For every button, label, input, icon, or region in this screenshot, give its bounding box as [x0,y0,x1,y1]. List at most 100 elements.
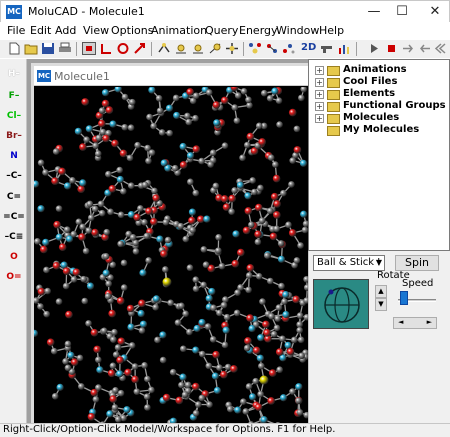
nitrogen-atom[interactable] [248,324,256,333]
nitrogen-atom[interactable] [198,318,206,327]
carbon-atom[interactable] [209,336,217,343]
carbon-atom[interactable] [70,276,78,283]
sulfur-atom[interactable] [259,375,269,385]
carbon-atom[interactable] [141,181,149,189]
carbon-atom[interactable] [98,209,106,217]
oxygen-atom[interactable] [119,149,128,158]
carbon-atom[interactable] [240,398,247,405]
oxygen-atom[interactable] [231,259,240,268]
oxygen-atom[interactable] [186,88,194,96]
oxygen-atom[interactable] [188,216,196,225]
gun-icon[interactable] [320,42,334,55]
oxygen-atom[interactable] [192,382,200,391]
carbon-atom[interactable] [152,304,159,311]
menu-add[interactable]: Add [55,24,76,37]
carbon-atom[interactable] [133,388,141,395]
carbon-atom[interactable] [255,272,263,280]
expand-icon[interactable]: + [315,66,324,75]
chart-icon[interactable] [337,42,351,55]
carbon-atom[interactable] [155,94,163,102]
menu-animation[interactable]: Animation [151,24,207,37]
bond-tool-icon[interactable] [157,42,171,55]
spin-up-icon[interactable]: ▲ [375,285,387,298]
carbon-atom[interactable] [222,296,229,303]
carbon-atom[interactable] [215,247,222,254]
oxygen-atom[interactable] [90,328,99,337]
molecule-view-icon[interactable] [248,42,262,55]
carbon-atom[interactable] [296,409,304,416]
palette-carbon-sp[interactable]: –C≡ [2,232,26,242]
nitrogen-atom[interactable] [106,410,114,418]
carbon-atom[interactable] [184,381,192,389]
oxygen-atom[interactable] [124,368,132,377]
oxygen-atom[interactable] [107,369,116,378]
nitrogen-atom[interactable] [86,282,95,290]
rotation-trackball[interactable] [313,279,369,329]
nitrogen-atom[interactable] [56,383,64,391]
carbon-atom[interactable] [231,187,238,194]
expand-icon[interactable]: + [315,102,324,111]
carbon-atom[interactable] [37,303,44,310]
nitrogen-atom[interactable] [79,179,87,187]
nitrogen-atom[interactable] [234,406,242,414]
carbon-atom[interactable] [127,124,135,131]
nitrogen-atom[interactable] [156,235,164,243]
carbon-atom[interactable] [117,389,125,397]
nitrogen-atom[interactable] [299,159,308,167]
atom-b-icon[interactable] [191,42,205,55]
2d-view-button[interactable]: 2D [301,42,317,55]
carbon-atom[interactable] [285,221,292,229]
oxygen-atom[interactable] [220,370,228,379]
carbon-atom[interactable] [102,253,110,260]
nitrogen-atom[interactable] [203,215,211,223]
carbon-atom[interactable] [114,416,122,423]
expand-icon[interactable]: + [315,90,324,99]
oxygen-atom[interactable] [269,232,278,241]
oxygen-atom[interactable] [273,200,281,208]
carbon-atom[interactable] [105,280,113,288]
oxygen-atom[interactable] [242,226,251,235]
stop-icon[interactable] [384,42,398,55]
oxygen-atom[interactable] [72,268,81,277]
oxygen-atom[interactable] [275,348,284,356]
carbon-atom[interactable] [144,375,151,383]
oxygen-atom[interactable] [133,213,142,222]
carbon-atom[interactable] [85,320,92,327]
carbon-atom[interactable] [198,157,205,165]
carbon-atom[interactable] [255,122,263,130]
menu-energy[interactable]: Energy [239,24,278,37]
print-icon[interactable] [58,42,72,55]
oxygen-atom[interactable] [179,161,188,169]
select-tool-icon[interactable] [82,42,96,55]
palette-oxygen[interactable]: O [2,252,26,262]
carbon-atom[interactable] [44,287,51,295]
oxygen-atom[interactable] [105,106,114,114]
carbon-atom[interactable] [110,336,117,343]
carbon-atom[interactable] [204,323,212,330]
carbon-atom[interactable] [297,242,304,249]
oxygen-atom[interactable] [91,228,99,237]
carbon-atom[interactable] [180,345,187,353]
carbon-atom[interactable] [186,264,194,272]
carbon-atom[interactable] [164,236,172,244]
menu-help[interactable]: Help [319,24,344,37]
nitrogen-atom[interactable] [271,87,279,95]
carbon-atom[interactable] [239,154,246,162]
carbon-atom[interactable] [162,266,169,273]
carbon-atom[interactable] [278,282,285,290]
carbon-atom[interactable] [298,94,305,102]
carbon-atom[interactable] [138,327,146,334]
nitrogen-atom[interactable] [65,235,74,243]
nitrogen-atom[interactable] [165,104,174,112]
carbon-atom[interactable] [105,170,112,178]
carbon-atom[interactable] [205,362,213,370]
carbon-atom[interactable] [266,207,274,215]
carbon-atom[interactable] [207,161,214,168]
carbon-atom[interactable] [128,342,136,349]
nitrogen-atom[interactable] [37,205,45,213]
carbon-atom[interactable] [185,118,193,126]
nitrogen-atom[interactable] [116,370,124,378]
carbon-atom[interactable] [245,383,253,390]
carbon-atom[interactable] [172,94,180,102]
carbon-atom[interactable] [233,309,241,317]
